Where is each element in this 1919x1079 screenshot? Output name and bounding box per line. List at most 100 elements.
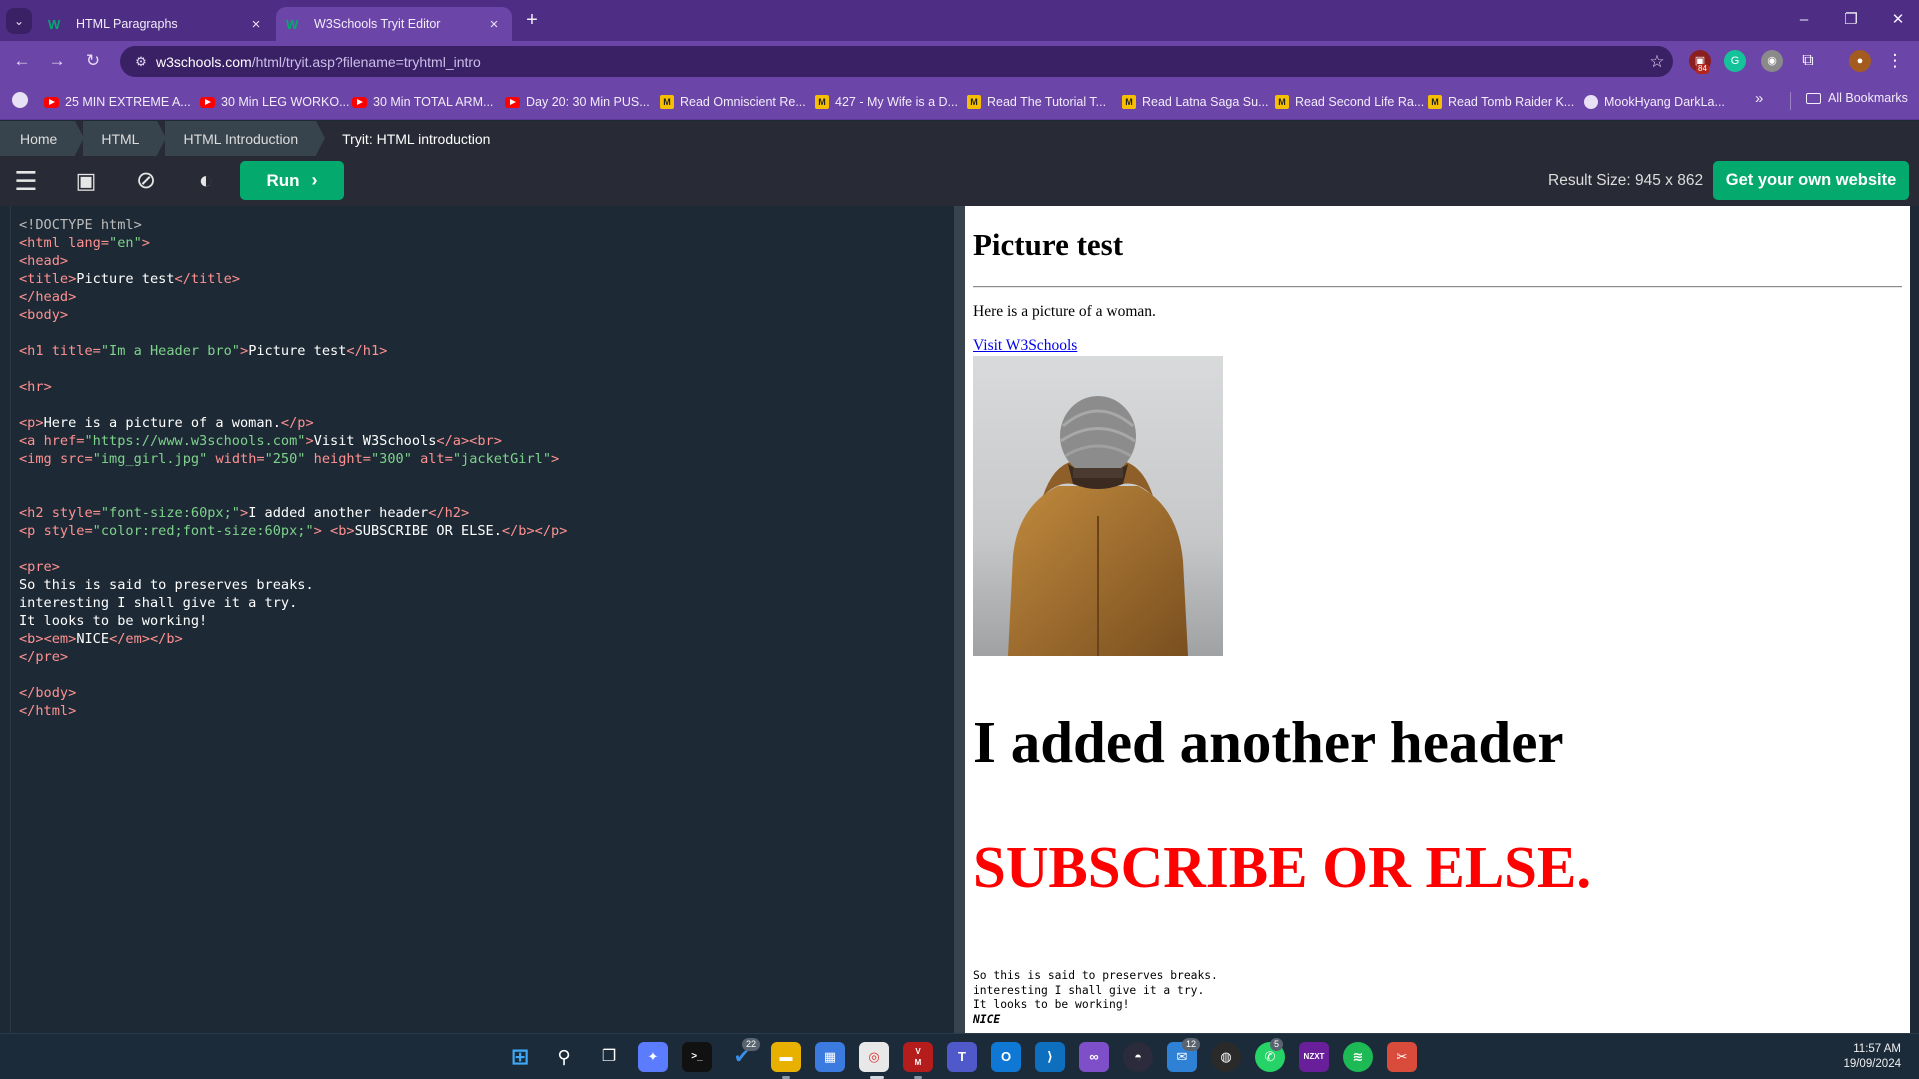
bookmark-label: 30 Min LEG WORKO... — [221, 95, 350, 109]
all-bookmarks-button[interactable]: All Bookmarks — [1806, 91, 1908, 105]
folder-icon — [1806, 92, 1821, 104]
bookmark-item[interactable]: 30 Min LEG WORKO... — [200, 92, 350, 112]
tab-close-icon[interactable]: × — [486, 16, 502, 33]
nzxt-icon[interactable]: NZXT — [1299, 1042, 1329, 1072]
reload-icon[interactable]: ↻ — [81, 49, 105, 73]
new-tab-icon[interactable]: + — [520, 9, 544, 33]
clock-time: 11:57 AM — [1853, 1043, 1901, 1055]
terminal-icon[interactable]: >_ — [682, 1042, 712, 1072]
restore-icon[interactable]: ❐ — [1831, 8, 1871, 32]
bookmark-item[interactable]: 25 MIN EXTREME A... — [44, 92, 191, 112]
chrome-icon[interactable]: ◎ — [859, 1042, 889, 1072]
rotate-layout-icon[interactable]: ⊘ — [130, 165, 162, 197]
bookmark-item[interactable]: M Read The Tutorial T... — [967, 92, 1106, 112]
tab-tryit-editor[interactable]: W W3Schools Tryit Editor × — [276, 7, 512, 41]
dark-mode-icon[interactable]: ◐ — [190, 165, 222, 197]
breadcrumb-current: Tryit: HTML introduction — [342, 130, 491, 147]
code-line: <hr> — [19, 379, 52, 395]
bookmark-star-icon[interactable]: ☆ — [1641, 52, 1673, 72]
code-line: </head> — [19, 289, 77, 305]
bookmark-item[interactable]: Day 20: 30 Min PUS... — [505, 92, 650, 112]
bookmark-item[interactable]: 30 Min TOTAL ARM... — [352, 92, 493, 112]
get-your-own-website-button[interactable]: Get your own website — [1713, 161, 1909, 200]
voicemeeter-icon[interactable]: VM — [903, 1042, 933, 1072]
editor-toolbar: ☰ ▣ ⊘ ◐ Run › Result Size: 945 x 862 Get… — [0, 156, 1919, 206]
task-view-icon[interactable]: ❐ — [594, 1042, 624, 1072]
bookmark-label: Read Omniscient Re... — [680, 95, 806, 109]
code-line: interesting I shall give it a try. — [19, 595, 298, 611]
menu-icon[interactable]: ☰ — [10, 165, 42, 197]
bookmark-item[interactable]: M 427 - My Wife is a D... — [815, 92, 958, 112]
more-bookmarks-icon[interactable]: » — [1755, 90, 1763, 107]
bookmark-label: 25 MIN EXTREME A... — [65, 95, 191, 109]
copilot-icon[interactable]: ✦ — [638, 1042, 668, 1072]
bookmark-item[interactable]: M Read Second Life Ra... — [1275, 92, 1424, 112]
camera-extension-icon[interactable]: ◉ — [1761, 50, 1783, 72]
browser-scrollbar[interactable] — [1910, 206, 1919, 1033]
windows-start-icon[interactable]: ⊞ — [505, 1042, 535, 1072]
save-icon[interactable]: ▣ — [70, 165, 102, 197]
browser-tab-strip: ⌄ W HTML Paragraphs × W W3Schools Tryit … — [0, 0, 1919, 41]
forward-icon[interactable]: → — [45, 49, 69, 73]
tab-html-paragraphs[interactable]: W HTML Paragraphs × — [38, 7, 274, 41]
jacket-girl-image — [973, 356, 1223, 656]
snipping-tool-icon[interactable]: ✂ — [1387, 1042, 1417, 1072]
grammarly-icon[interactable]: G — [1724, 50, 1746, 72]
visual-studio-icon[interactable]: ∞ — [1079, 1042, 1109, 1072]
youtube-icon — [200, 96, 215, 108]
profile-avatar-icon[interactable]: ● — [1849, 50, 1871, 72]
site-info-icon[interactable]: ⚙ — [126, 54, 156, 70]
breadcrumb-home[interactable]: Home — [0, 121, 85, 156]
code-editor[interactable]: <!DOCTYPE html> <html lang="en"> <head> <ti… — [10, 206, 954, 1033]
bookmark-label: Read Second Life Ra... — [1295, 95, 1425, 109]
bookmarks-divider — [1790, 92, 1791, 110]
system-clock[interactable]: 11:57 AM 19/09/2024 — [1843, 1042, 1901, 1072]
code-line: </pre> — [19, 649, 69, 665]
run-button[interactable]: Run › — [240, 161, 344, 200]
code-line: <a href="https://www.w3schools.com">Visi… — [19, 433, 502, 449]
extensions-puzzle-icon[interactable]: ⧉ — [1797, 50, 1819, 72]
menu-kebab-icon[interactable]: ⋮ — [1884, 50, 1906, 72]
vscode-icon[interactable]: ⟩ — [1035, 1042, 1065, 1072]
visit-w3schools-link[interactable]: Visit W3Schools — [973, 337, 1077, 355]
file-explorer-icon[interactable]: ▬ — [771, 1042, 801, 1072]
code-line: <pre> — [19, 559, 60, 575]
teams-icon[interactable]: T — [947, 1042, 977, 1072]
tab-title: HTML Paragraphs — [76, 17, 178, 31]
code-text[interactable]: <!DOCTYPE html> <html lang="en"> <head> <ti… — [19, 216, 567, 720]
breadcrumb: Home HTML HTML Introduction Tryit: HTML … — [0, 121, 1919, 156]
bookmark-item[interactable]: M Read Tomb Raider K... — [1428, 92, 1574, 112]
tab-title: W3Schools Tryit Editor — [314, 17, 441, 31]
search-icon[interactable]: ⚲ — [549, 1042, 579, 1072]
bookmark-site-icon[interactable] — [12, 92, 28, 108]
bookmark-item[interactable]: M Read Omniscient Re... — [660, 92, 806, 112]
obs-icon[interactable]: ◍ — [1211, 1042, 1241, 1072]
window-close-icon[interactable]: ✕ — [1878, 8, 1918, 32]
pane-divider-handle[interactable] — [954, 206, 965, 1033]
bookmark-item[interactable]: M Read Latna Saga Su... — [1122, 92, 1268, 112]
back-icon[interactable]: ← — [10, 49, 34, 73]
result-heading: Picture test — [973, 227, 1124, 262]
url-text[interactable]: w3schools.com/html/tryit.asp?filename=tr… — [156, 54, 1641, 70]
microsoft-store-icon[interactable]: ▦ — [815, 1042, 845, 1072]
breadcrumb-html[interactable]: HTML — [83, 121, 167, 156]
tab-close-icon[interactable]: × — [248, 16, 264, 33]
code-line: It looks to be working! — [19, 613, 208, 629]
breadcrumb-html-introduction[interactable]: HTML Introduction — [165, 121, 325, 156]
bookmark-label: 30 Min TOTAL ARM... — [373, 95, 494, 109]
site-icon — [1584, 95, 1598, 109]
result-frame: Picture test Here is a picture of a woma… — [965, 206, 1910, 1033]
discord-icon[interactable]: ◓ — [1123, 1042, 1153, 1072]
manga-icon: M — [1275, 95, 1289, 109]
tab-search-icon[interactable]: ⌄ — [6, 8, 32, 34]
outlook-icon[interactable]: O — [991, 1042, 1021, 1072]
bookmark-label: Read Tomb Raider K... — [1448, 95, 1575, 109]
w3schools-favicon-icon: W — [48, 16, 61, 32]
address-bar[interactable]: ⚙ w3schools.com/html/tryit.asp?filename=… — [120, 46, 1673, 77]
code-line: <head> — [19, 253, 69, 269]
minimize-icon[interactable]: – — [1784, 8, 1824, 32]
bookmark-item[interactable]: MookHyang DarkLa... — [1584, 92, 1725, 112]
spotify-icon[interactable]: ≋ — [1343, 1042, 1373, 1072]
